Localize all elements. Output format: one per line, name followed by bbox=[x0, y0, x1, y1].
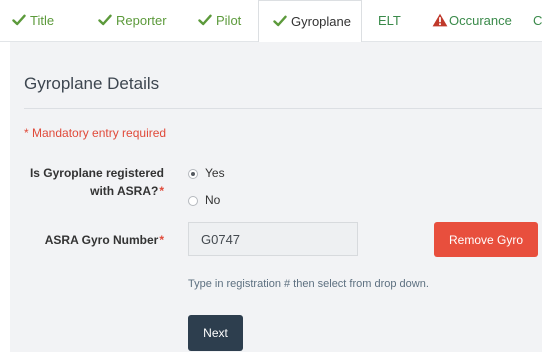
radio-yes[interactable]: Yes bbox=[188, 164, 225, 182]
radio-yes-label: Yes bbox=[205, 166, 225, 180]
radio-yes-button[interactable] bbox=[188, 169, 198, 179]
tab-reporter-label: Reporter bbox=[116, 13, 167, 28]
tab-occurance[interactable]: Occurance bbox=[432, 0, 512, 42]
registered-label-line2: with ASRA? bbox=[90, 184, 159, 198]
tab-gyroplane-label: Gyroplane bbox=[291, 14, 351, 29]
check-icon bbox=[12, 14, 26, 26]
tab-title[interactable]: Title bbox=[12, 0, 54, 42]
gyro-number-label: ASRA Gyro Number* bbox=[10, 233, 164, 247]
required-mark: * bbox=[159, 233, 164, 247]
registered-question-label: Is Gyroplane registered with ASRA?* bbox=[4, 164, 164, 200]
tab-title-label: Title bbox=[30, 13, 55, 28]
radio-no[interactable]: No bbox=[188, 191, 220, 209]
gyroplane-details-panel: Gyroplane Details * Mandatory entry requ… bbox=[10, 42, 542, 352]
check-icon bbox=[98, 14, 112, 26]
tab-elt-label: ELT bbox=[378, 13, 401, 28]
remove-gyro-button[interactable]: Remove Gyro bbox=[434, 222, 538, 257]
radio-no-label: No bbox=[205, 193, 221, 207]
panel-title: Gyroplane Details bbox=[24, 74, 160, 93]
tab-occurance-label: Occurance bbox=[449, 13, 512, 28]
tab-gyroplane[interactable]: Gyroplane bbox=[258, 0, 362, 43]
check-icon bbox=[273, 15, 287, 27]
tab-overflow[interactable]: C bbox=[533, 0, 542, 42]
tab-overflow-label: C bbox=[533, 13, 542, 28]
registered-label-line1: Is Gyroplane registered bbox=[29, 166, 164, 180]
next-button[interactable]: Next bbox=[188, 315, 243, 351]
required-mark: * bbox=[159, 184, 164, 198]
panel-divider bbox=[24, 108, 542, 109]
tab-pilot-label: Pilot bbox=[216, 13, 242, 28]
radio-no-button[interactable] bbox=[188, 196, 198, 206]
tab-bar: Title Reporter Pilot Gyroplane ELT Occur… bbox=[0, 0, 542, 43]
mandatory-note: * Mandatory entry required bbox=[24, 126, 167, 140]
gyro-number-hint: Type in registration # then select from … bbox=[188, 278, 429, 290]
gyro-number-label-text: ASRA Gyro Number bbox=[44, 233, 159, 247]
tab-pilot[interactable]: Pilot bbox=[198, 0, 241, 42]
check-icon bbox=[198, 14, 212, 26]
gyro-number-input[interactable] bbox=[188, 222, 358, 256]
tab-reporter[interactable]: Reporter bbox=[98, 0, 167, 42]
tab-elt[interactable]: ELT bbox=[378, 0, 401, 42]
warning-icon bbox=[432, 13, 448, 27]
